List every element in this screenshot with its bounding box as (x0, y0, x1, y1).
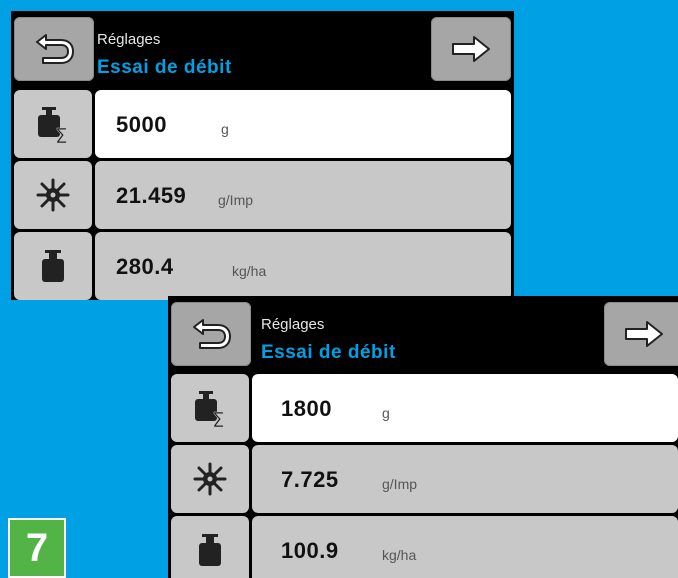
total-weight-unit: g (382, 405, 390, 421)
sprocket-icon (193, 462, 227, 496)
row-rate: 280.4 kg/ha (11, 232, 514, 300)
rate-value: 100.9 (281, 538, 339, 563)
value-field[interactable]: 21.459 g/Imp (95, 161, 511, 229)
sprocket-icon (36, 178, 70, 212)
row-icon-cell (171, 445, 249, 513)
value-field[interactable]: 280.4 kg/ha (95, 232, 511, 300)
weight-sum-icon: Σ (195, 391, 225, 428)
value-field[interactable]: 100.9 kg/ha (252, 516, 678, 578)
next-button[interactable] (431, 17, 511, 81)
value-field[interactable]: 7.725 g/Imp (252, 445, 678, 513)
row-icon-cell (14, 232, 92, 300)
row-icon-cell (171, 516, 249, 578)
row-total-weight: Σ 1800 g (168, 374, 678, 442)
rate-unit: kg/ha (382, 547, 417, 563)
header-title: Essai de débit (97, 57, 232, 78)
back-arrow-icon (193, 319, 231, 349)
settings-screen-1: Réglages Essai de débit Σ 5000 g 21.459 … (11, 11, 514, 300)
total-weight-unit: g (221, 121, 229, 137)
header-subtitle: Réglages (97, 31, 161, 48)
back-arrow-icon (36, 34, 74, 64)
per-impulse-unit: g/Imp (218, 192, 254, 208)
row-icon-cell: Σ (171, 374, 249, 442)
forward-arrow-icon (625, 321, 663, 347)
step-number-badge: 7 (8, 518, 66, 578)
weight-sum-icon: Σ (38, 107, 68, 144)
total-weight-value: 5000 (116, 112, 167, 137)
row-icon-cell (14, 161, 92, 229)
row-per-impulse: 7.725 g/Imp (168, 445, 678, 513)
screen-header: Réglages Essai de débit (168, 296, 678, 374)
per-impulse-value: 21.459 (116, 183, 187, 208)
row-rate: 100.9 kg/ha (168, 516, 678, 578)
row-icon-cell: Σ (14, 90, 92, 158)
svg-text:Σ: Σ (55, 124, 68, 144)
screen-header: Réglages Essai de débit (11, 11, 514, 89)
rate-unit: kg/ha (232, 263, 267, 279)
weight-icon (42, 250, 64, 282)
row-per-impulse: 21.459 g/Imp (11, 161, 514, 229)
back-button[interactable] (171, 302, 251, 366)
header-title: Essai de débit (261, 342, 396, 363)
per-impulse-value: 7.725 (281, 467, 339, 492)
header-subtitle: Réglages (261, 316, 325, 333)
settings-screen-2: Réglages Essai de débit Σ 1800 g 7.725 g… (168, 296, 678, 578)
svg-text:Σ: Σ (212, 408, 225, 428)
total-weight-value: 1800 (281, 396, 332, 421)
back-button[interactable] (14, 17, 94, 81)
next-button[interactable] (604, 302, 678, 366)
per-impulse-unit: g/Imp (382, 476, 418, 492)
value-field[interactable]: 5000 g (95, 90, 511, 158)
rate-value: 280.4 (116, 254, 174, 279)
row-total-weight: Σ 5000 g (11, 90, 514, 158)
value-field[interactable]: 1800 g (252, 374, 678, 442)
forward-arrow-icon (452, 36, 490, 62)
weight-icon (199, 534, 221, 566)
